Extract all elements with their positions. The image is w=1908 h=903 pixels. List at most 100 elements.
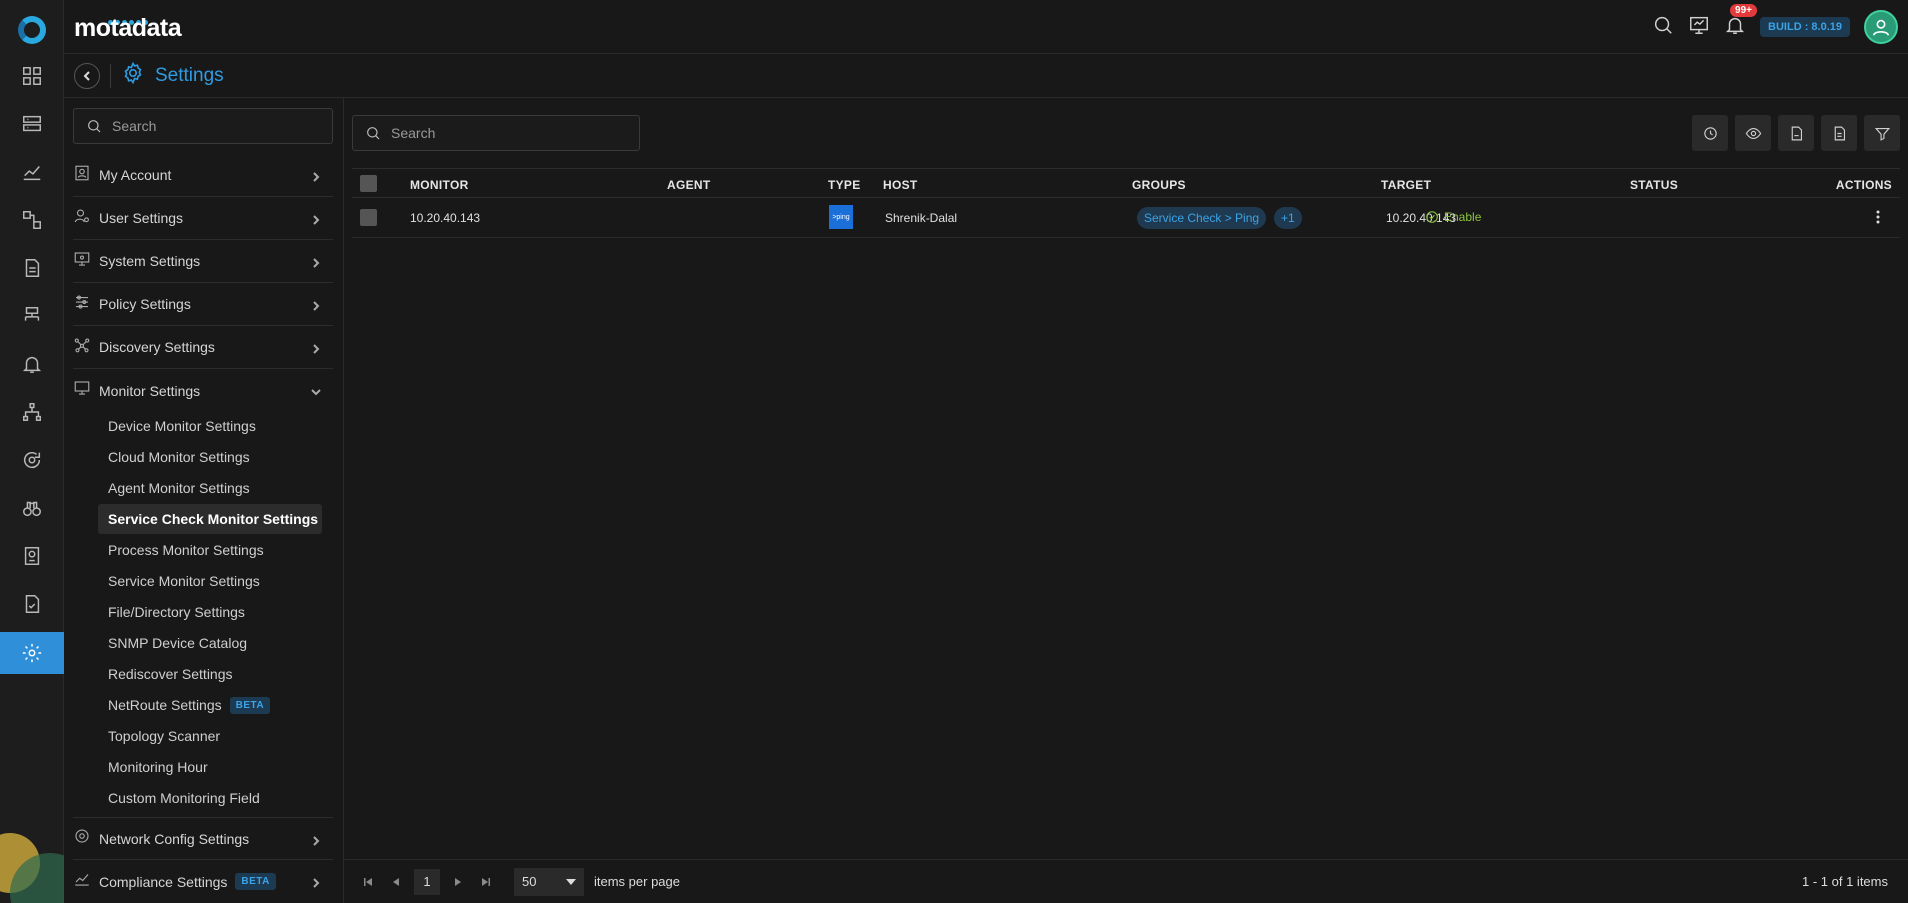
top-bar: motadata 99+ BUILD : 8.0.19 bbox=[64, 0, 1908, 54]
filter-button[interactable] bbox=[1864, 115, 1900, 151]
metrics-icon[interactable] bbox=[0, 152, 64, 192]
top-actions: 99+ BUILD : 8.0.19 bbox=[1652, 3, 1898, 44]
hierarchy-icon[interactable] bbox=[0, 392, 64, 432]
menu-group-compliance-settings[interactable]: Compliance Settings BETA bbox=[73, 860, 333, 903]
status-label: Enable bbox=[1444, 210, 1482, 224]
menu-group-label: Discovery Settings bbox=[99, 339, 215, 355]
column-header-host[interactable]: HOST bbox=[883, 178, 918, 192]
user-gear-icon bbox=[73, 207, 91, 230]
row-actions-kebab-icon[interactable] bbox=[1870, 209, 1886, 228]
menu-group-label: Monitor Settings bbox=[99, 382, 201, 399]
binoculars-icon[interactable] bbox=[0, 488, 64, 528]
submenu-service-check-monitor-settings[interactable]: Service Check Monitor Settings bbox=[98, 504, 322, 534]
compliance-chart-icon bbox=[73, 870, 91, 893]
menu-group-monitor-settings[interactable]: Monitor Settings bbox=[73, 369, 333, 412]
menu-group-policy-settings[interactable]: Policy Settings bbox=[73, 283, 333, 326]
settings-gear-icon[interactable] bbox=[0, 632, 64, 674]
submenu-device-monitor-settings[interactable]: Device Monitor Settings bbox=[98, 411, 322, 441]
menu-group-label: User Settings bbox=[99, 210, 184, 226]
search-icon bbox=[88, 120, 101, 133]
column-header-agent[interactable]: AGENT bbox=[667, 178, 711, 192]
grid-toolbar bbox=[1692, 115, 1900, 151]
prev-page-icon[interactable] bbox=[386, 872, 406, 892]
brand-logo[interactable]: motadata bbox=[74, 14, 182, 43]
submenu-agent-monitor-settings[interactable]: Agent Monitor Settings bbox=[98, 473, 322, 503]
submenu-file-directory-settings[interactable]: File/Directory Settings bbox=[98, 597, 322, 627]
audit-icon[interactable] bbox=[0, 536, 64, 576]
monitor-cell[interactable]: 10.20.40.143 bbox=[410, 211, 480, 225]
sync-icon[interactable] bbox=[0, 440, 64, 480]
menu-group-user-settings[interactable]: User Settings bbox=[73, 197, 333, 240]
pdf-file-icon bbox=[1791, 126, 1802, 140]
select-all-checkbox[interactable] bbox=[360, 175, 377, 192]
column-header-monitor[interactable]: MONITOR bbox=[410, 178, 469, 192]
app-logo-icon[interactable] bbox=[18, 16, 46, 44]
column-header-type[interactable]: TYPE bbox=[828, 178, 861, 192]
caret-down-icon bbox=[566, 878, 576, 885]
export-csv-button[interactable] bbox=[1821, 115, 1857, 151]
items-per-page-label: items per page bbox=[594, 874, 680, 889]
chevron-right-icon bbox=[311, 169, 321, 187]
dashboard-icon[interactable] bbox=[0, 56, 64, 96]
grid-search-box[interactable] bbox=[352, 115, 640, 151]
chevron-right-icon bbox=[311, 875, 321, 893]
group-more-tag[interactable]: +1 bbox=[1274, 207, 1302, 229]
menu-group-my-account[interactable]: My Account bbox=[73, 154, 333, 197]
table-row[interactable]: 10.20.40.143 >ping Shrenik-Dalal Service… bbox=[352, 198, 1900, 238]
notifications-bell-icon[interactable]: 99+ bbox=[1724, 3, 1757, 41]
row-checkbox[interactable] bbox=[360, 209, 377, 226]
last-page-icon[interactable] bbox=[476, 872, 496, 892]
pagination: 1 50 items per page 1 - 1 of 1 items bbox=[344, 859, 1908, 903]
submenu-process-monitor-settings[interactable]: Process Monitor Settings bbox=[98, 535, 322, 565]
submenu-label: NetRoute Settings bbox=[108, 697, 222, 713]
submenu-topology-scanner[interactable]: Topology Scanner bbox=[98, 721, 322, 751]
menu-group-label: System Settings bbox=[99, 253, 201, 269]
user-avatar[interactable] bbox=[1864, 10, 1898, 44]
search-icon[interactable] bbox=[1652, 14, 1674, 41]
report-icon[interactable] bbox=[0, 248, 64, 288]
csv-file-icon bbox=[1834, 126, 1845, 140]
chevron-right-icon bbox=[311, 298, 321, 316]
submenu-custom-monitoring-field[interactable]: Custom Monitoring Field bbox=[98, 783, 322, 813]
submenu-monitoring-hour[interactable]: Monitoring Hour bbox=[98, 752, 322, 782]
status-badge[interactable]: Enable bbox=[1425, 210, 1481, 224]
column-header-status[interactable]: STATUS bbox=[1630, 178, 1678, 192]
export-pdf-button[interactable] bbox=[1778, 115, 1814, 151]
column-header-target[interactable]: TARGET bbox=[1381, 178, 1431, 192]
menu-group-discovery-settings[interactable]: Discovery Settings bbox=[73, 326, 333, 369]
sliders-icon bbox=[73, 293, 91, 316]
view-button[interactable] bbox=[1735, 115, 1771, 151]
submenu-snmp-device-catalog[interactable]: SNMP Device Catalog bbox=[98, 628, 322, 658]
server-icon[interactable] bbox=[0, 104, 64, 144]
submenu-cloud-monitor-settings[interactable]: Cloud Monitor Settings bbox=[98, 442, 322, 472]
monitor-display-icon[interactable] bbox=[1688, 14, 1710, 41]
page-header: Settings bbox=[64, 54, 1908, 98]
group-tag[interactable]: Service Check > Ping bbox=[1137, 207, 1267, 229]
submenu-netroute-settings[interactable]: NetRoute Settings BETA bbox=[98, 690, 322, 720]
network-icon[interactable] bbox=[0, 296, 64, 336]
first-page-icon[interactable] bbox=[358, 872, 378, 892]
submenu-service-monitor-settings[interactable]: Service Monitor Settings bbox=[98, 566, 322, 596]
column-header-groups[interactable]: GROUPS bbox=[1132, 178, 1186, 192]
alert-bell-icon[interactable] bbox=[0, 344, 64, 384]
menu-search-box[interactable] bbox=[73, 108, 333, 144]
history-button[interactable] bbox=[1692, 115, 1728, 151]
menu-group-label: My Account bbox=[99, 167, 172, 183]
grid-search-input[interactable] bbox=[391, 125, 621, 141]
page-title: Settings bbox=[155, 64, 224, 86]
menu-group-network-config-settings[interactable]: Network Config Settings bbox=[73, 817, 333, 860]
menu-search-input[interactable] bbox=[112, 118, 312, 134]
next-page-icon[interactable] bbox=[448, 872, 468, 892]
current-page[interactable]: 1 bbox=[414, 868, 440, 895]
page-size-select[interactable]: 50 bbox=[514, 867, 584, 896]
check-circle-icon bbox=[1426, 211, 1438, 223]
submenu-rediscover-settings[interactable]: Rediscover Settings bbox=[98, 659, 322, 689]
menu-group-label: Network Config Settings bbox=[99, 830, 250, 847]
back-button[interactable] bbox=[74, 62, 100, 89]
discovery-nodes-icon bbox=[73, 336, 91, 359]
menu-group-system-settings[interactable]: System Settings bbox=[73, 240, 333, 283]
compliance-icon[interactable] bbox=[0, 584, 64, 624]
settings-gear-icon bbox=[121, 61, 145, 90]
chevron-right-icon bbox=[311, 833, 321, 851]
topology-icon[interactable] bbox=[0, 200, 64, 240]
